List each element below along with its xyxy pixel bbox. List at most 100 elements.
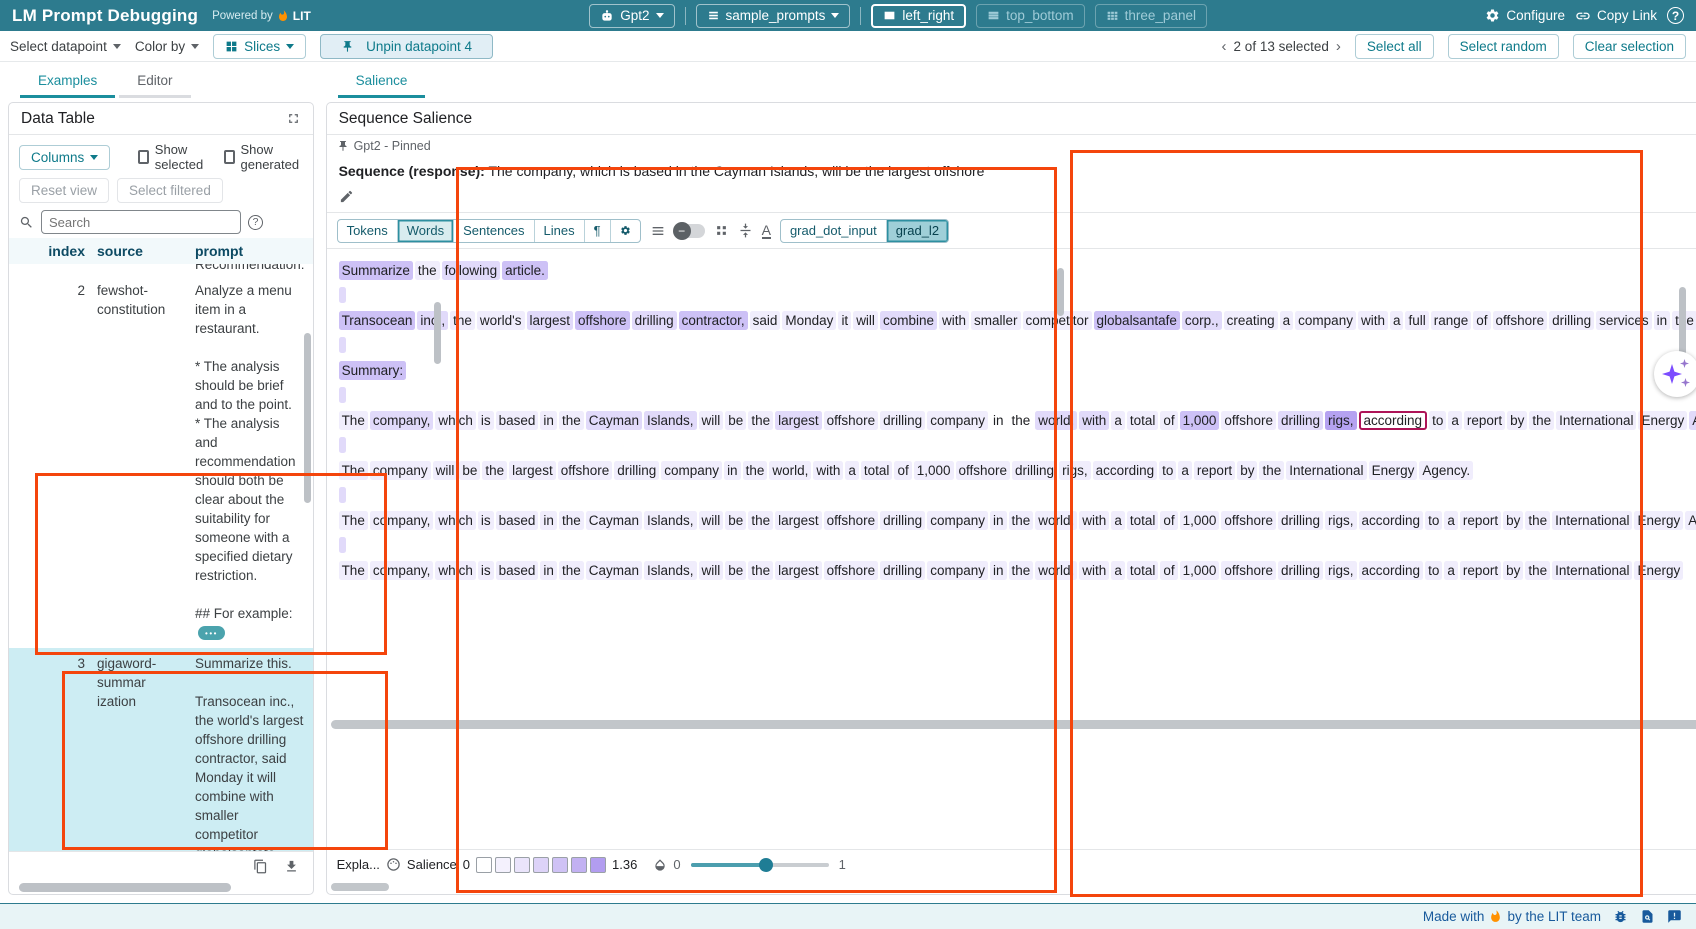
vertical-align-icon[interactable] — [738, 223, 753, 238]
token[interactable]: which — [435, 411, 476, 430]
token[interactable]: Cayman — [586, 511, 642, 530]
token[interactable]: the — [559, 511, 584, 530]
select-random-button[interactable]: Select random — [1448, 34, 1559, 59]
token[interactable]: creating — [1224, 311, 1278, 330]
select-filtered-button[interactable]: Select filtered — [117, 178, 223, 203]
token[interactable]: company — [661, 461, 722, 480]
token[interactable]: Monday — [782, 311, 836, 330]
token[interactable]: company, — [370, 511, 434, 530]
token[interactable]: Cayman — [586, 561, 642, 580]
newline-token[interactable] — [339, 387, 346, 403]
token-horizontal-scrollbar[interactable] — [331, 720, 1696, 729]
token[interactable]: will — [699, 561, 724, 580]
token[interactable]: with — [939, 311, 969, 330]
download-icon[interactable] — [284, 859, 299, 874]
token[interactable]: total — [1127, 561, 1159, 580]
token[interactable]: offshore — [824, 561, 879, 580]
layout-left-right[interactable]: left_right — [871, 4, 966, 28]
token[interactable]: company — [927, 511, 988, 530]
token[interactable]: largest — [775, 411, 822, 430]
unpin-datapoint-button[interactable]: Unpin datapoint 4 — [320, 34, 493, 59]
token[interactable]: in — [540, 511, 557, 530]
token[interactable]: the — [1009, 561, 1034, 580]
token[interactable]: a — [845, 461, 859, 480]
token[interactable]: report — [1460, 511, 1501, 530]
model-selector[interactable]: Gpt2 — [589, 4, 674, 28]
token[interactable]: article. — [502, 261, 548, 280]
help-icon[interactable]: ? — [1667, 7, 1684, 24]
token[interactable]: total — [1127, 411, 1159, 430]
granularity-lines[interactable]: Lines — [534, 220, 584, 242]
token[interactable]: full — [1405, 311, 1428, 330]
token[interactable]: rigs, — [1325, 561, 1357, 580]
grid-view-icon[interactable] — [714, 223, 729, 238]
token[interactable]: the — [748, 411, 773, 430]
reset-view-button[interactable]: Reset view — [19, 178, 109, 203]
configure-button[interactable]: Configure — [1485, 8, 1565, 23]
token[interactable]: by — [1503, 561, 1523, 580]
token[interactable]: largest — [509, 461, 556, 480]
token[interactable]: which — [435, 511, 476, 530]
token[interactable]: with — [813, 461, 843, 480]
token[interactable]: according — [1093, 461, 1158, 480]
sparkle-fab-button[interactable] — [1654, 351, 1696, 397]
newline-token[interactable] — [339, 337, 346, 353]
token[interactable]: a — [1448, 411, 1462, 430]
token[interactable]: will — [853, 311, 878, 330]
token[interactable]: following — [442, 261, 501, 280]
token[interactable]: total — [1127, 511, 1159, 530]
token[interactable]: offshore — [1221, 511, 1276, 530]
token[interactable]: Agency. — [1685, 511, 1696, 530]
salience-middle-scrollbar[interactable] — [1057, 268, 1064, 316]
token[interactable]: world, — [769, 461, 811, 480]
token[interactable]: by — [1507, 411, 1527, 430]
granularity-tokens[interactable]: Tokens — [338, 220, 397, 242]
token[interactable]: will — [699, 411, 724, 430]
token[interactable]: with — [1079, 561, 1109, 580]
token[interactable]: which — [435, 561, 476, 580]
layout-three-panel[interactable]: three_panel — [1095, 4, 1207, 28]
token[interactable]: The — [339, 561, 368, 580]
token[interactable]: contractor, — [679, 311, 748, 330]
token[interactable]: the — [482, 461, 507, 480]
token[interactable]: the — [1009, 411, 1034, 430]
token[interactable]: Agency. — [1419, 461, 1473, 480]
token[interactable]: based — [496, 411, 539, 430]
token[interactable]: total — [861, 461, 893, 480]
token[interactable]: the — [1525, 511, 1550, 530]
token[interactable]: a — [1111, 561, 1125, 580]
token[interactable]: of — [1473, 311, 1490, 330]
clear-selection-button[interactable]: Clear selection — [1573, 34, 1686, 59]
token[interactable]: offshore — [1221, 411, 1276, 430]
show-selected-checkbox[interactable]: Show selected — [138, 142, 210, 172]
dataset-selector[interactable]: sample_prompts — [696, 4, 851, 28]
token[interactable]: range — [1431, 311, 1472, 330]
token[interactable]: Cayman — [586, 411, 642, 430]
token[interactable]: a — [1111, 511, 1125, 530]
bug-report-icon[interactable] — [1613, 909, 1628, 924]
threshold-slider[interactable] — [691, 863, 829, 867]
token[interactable]: inc., — [417, 311, 448, 330]
select-all-button[interactable]: Select all — [1355, 34, 1434, 59]
token[interactable]: of — [1160, 511, 1177, 530]
token[interactable]: the — [450, 311, 475, 330]
granularity-sentences[interactable]: Sentences — [453, 220, 533, 242]
token[interactable]: with — [1079, 411, 1109, 430]
token[interactable]: report — [1194, 461, 1235, 480]
layout-top-bottom[interactable]: top_bottom — [976, 4, 1085, 28]
doc-search-icon[interactable] — [1640, 909, 1655, 924]
token[interactable]: offshore — [956, 461, 1011, 480]
token[interactable]: Energy — [1638, 411, 1687, 430]
token[interactable]: with — [1079, 511, 1109, 530]
token[interactable]: report — [1464, 411, 1505, 430]
token[interactable]: the — [748, 561, 773, 580]
table-horizontal-scrollbar[interactable] — [9, 881, 313, 894]
token[interactable]: combine — [880, 311, 937, 330]
token[interactable]: a — [1280, 311, 1294, 330]
token[interactable]: will — [699, 511, 724, 530]
table-row-partial[interactable]: Recommendation: Avoid. ••• — [9, 264, 313, 275]
token[interactable]: largest — [775, 561, 822, 580]
token[interactable]: rigs, — [1325, 511, 1357, 530]
newline-token[interactable] — [339, 287, 346, 303]
token-settings-gear-icon[interactable] — [610, 220, 640, 242]
